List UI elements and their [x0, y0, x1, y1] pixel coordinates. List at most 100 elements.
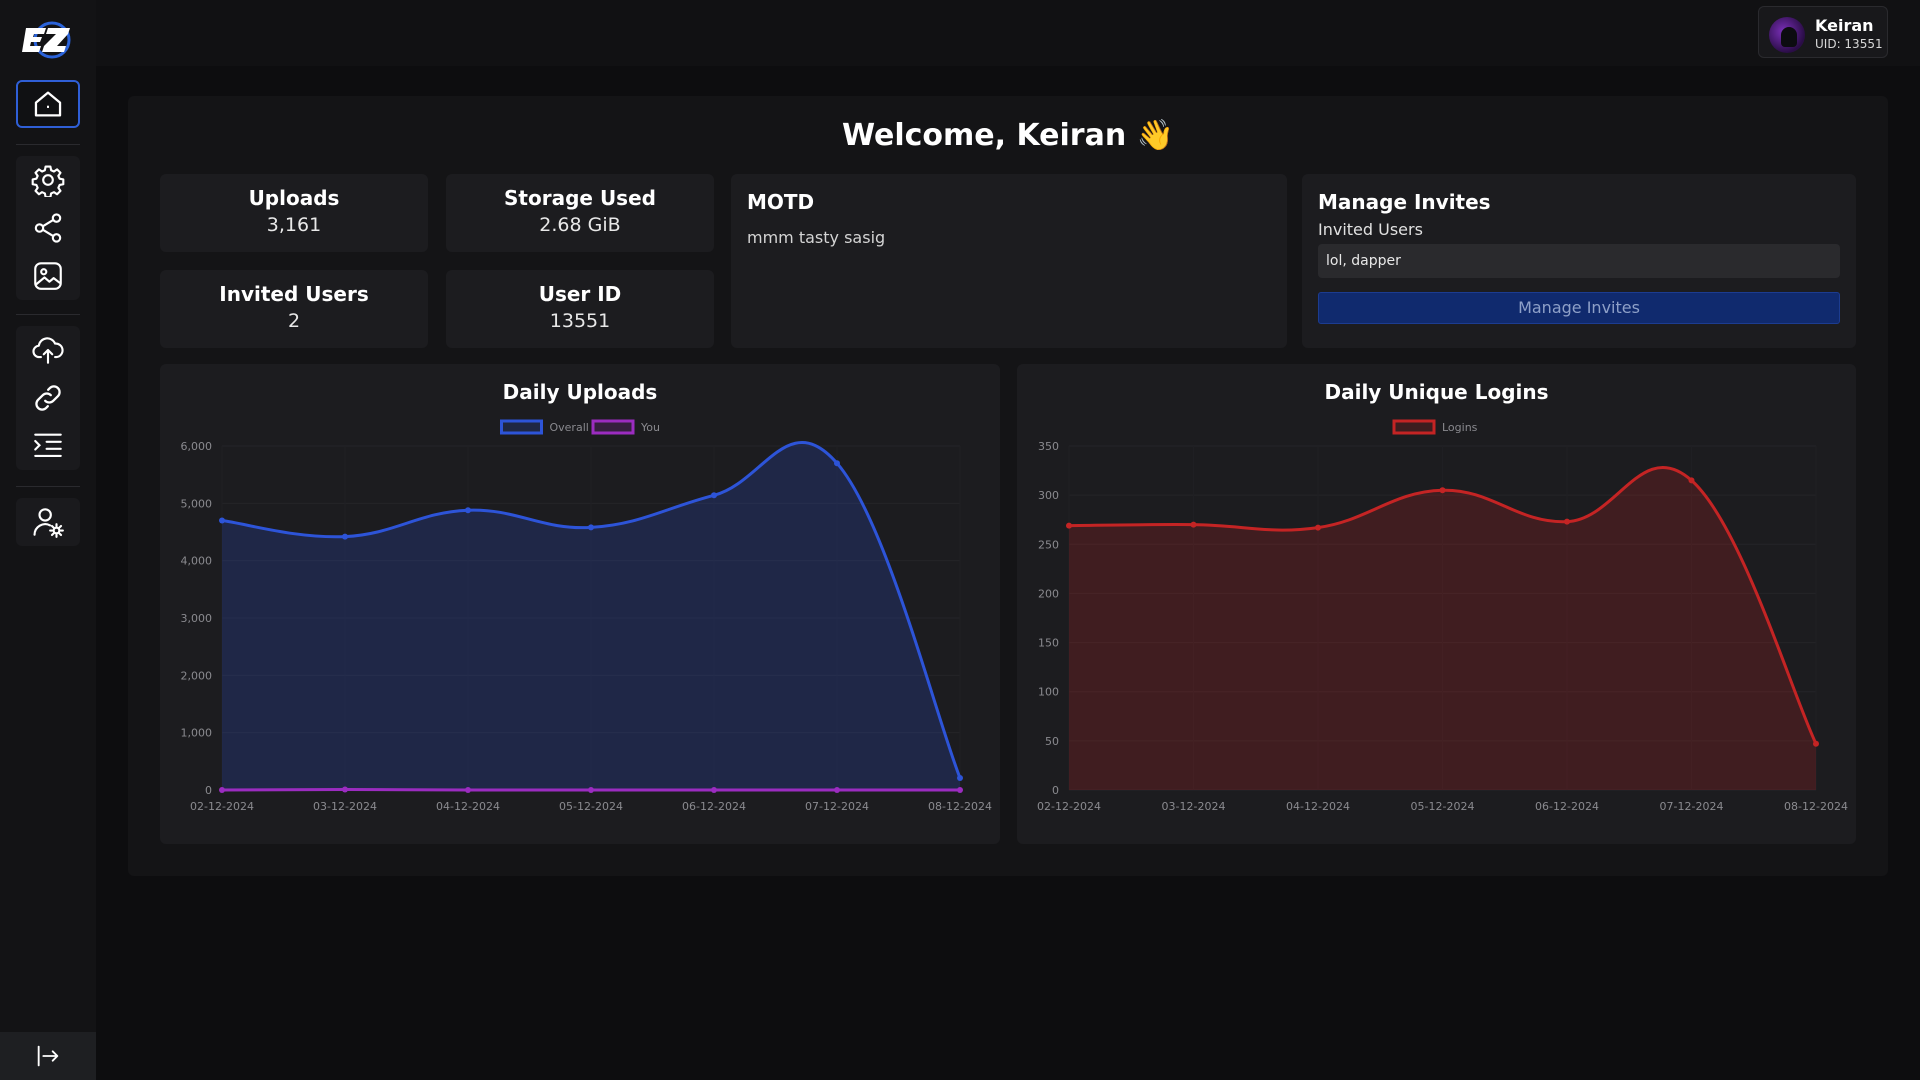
stat-value: 2.68 GiB — [539, 214, 621, 236]
stat-uploads: Uploads 3,161 — [160, 174, 428, 252]
nav-share[interactable] — [16, 204, 80, 252]
image-icon — [34, 262, 62, 290]
data-point — [219, 787, 225, 793]
data-point — [1688, 477, 1695, 484]
app-logo[interactable] — [22, 18, 74, 62]
gear-icon — [31, 165, 65, 197]
list-icon — [34, 433, 62, 457]
x-tick-label: 08-12-2024 — [928, 800, 992, 813]
stat-value: 13551 — [549, 310, 611, 332]
nav-settings[interactable] — [16, 156, 80, 204]
y-tick-label: 5,000 — [181, 497, 213, 510]
y-tick-label: 250 — [1038, 538, 1059, 551]
invites-card: Manage Invites Invited Users lol, dapper… — [1302, 174, 1856, 348]
y-tick-label: 150 — [1038, 637, 1059, 650]
x-tick-label: 03-12-2024 — [313, 800, 377, 813]
avatar — [1769, 17, 1805, 53]
stat-value: 2 — [287, 310, 301, 332]
chart-daily-uploads-plot: 0 1,000 2,000 3,000 4,000 5,000 6,000 02-12-202… — [181, 419, 992, 813]
x-tick-label: 02-12-2024 — [1037, 800, 1101, 813]
data-point — [957, 787, 963, 793]
nav-list[interactable] — [16, 422, 80, 470]
data-point — [1564, 518, 1570, 525]
series-area-logins — [1069, 467, 1816, 790]
x-tick-label: 03-12-2024 — [1162, 800, 1226, 813]
logout-button[interactable] — [0, 1032, 96, 1080]
legend-swatch — [1392, 419, 1436, 435]
share-icon — [34, 213, 62, 243]
chart-daily-uploads: Daily Uploads 0 1,000 2,000 3,000 4,000 5,000… — [160, 364, 1000, 844]
nav-gallery[interactable] — [16, 252, 80, 300]
motd-title: MOTD — [747, 190, 815, 214]
sidebar-divider — [16, 486, 80, 487]
x-tick-label: 04-12-2024 — [436, 800, 500, 813]
stat-label: Invited Users — [219, 282, 369, 306]
x-tick-label: 07-12-2024 — [1660, 800, 1724, 813]
y-tick-label: 50 — [1045, 735, 1059, 748]
legend-label: Overall — [550, 421, 589, 434]
stat-label: User ID — [538, 282, 622, 306]
y-tick-label: 3,000 — [181, 612, 213, 625]
stat-storage: Storage Used 2.68 GiB — [446, 174, 714, 252]
x-tick-label: 05-12-2024 — [559, 800, 623, 813]
motd-text: mmm tasty sasig — [747, 228, 886, 247]
x-tick-label: 05-12-2024 — [1411, 800, 1475, 813]
nav-group-account — [16, 498, 80, 546]
data-point — [342, 533, 348, 540]
y-tick-label: 0 — [1052, 784, 1059, 797]
invited-users-label: Invited Users — [1318, 220, 1423, 239]
data-point — [1813, 740, 1819, 747]
data-point — [465, 787, 471, 793]
profile-uid: UID: 13551 — [1815, 37, 1883, 51]
sidebar — [0, 0, 96, 1080]
manage-invites-button[interactable]: Manage Invites — [1318, 292, 1840, 324]
chart-daily-logins: Daily Unique Logins 0 50 100 150 200 250 300 35… — [1017, 364, 1856, 844]
cloud-upload-icon — [32, 337, 64, 364]
legend-swatch — [591, 419, 635, 435]
nav-upload[interactable] — [16, 326, 80, 374]
user-gear-icon — [33, 508, 64, 538]
nav-home[interactable] — [16, 80, 80, 128]
legend-label: Logins — [1442, 421, 1478, 434]
nav-links[interactable] — [16, 374, 80, 422]
data-point — [342, 786, 348, 793]
y-tick-label: 300 — [1038, 489, 1059, 502]
x-tick-label: 06-12-2024 — [1535, 800, 1599, 813]
x-tick-label: 07-12-2024 — [805, 800, 869, 813]
legend-swatch — [500, 419, 543, 435]
stat-label: Uploads — [248, 186, 340, 210]
y-tick-label: 4,000 — [181, 555, 213, 568]
legend-label: You — [640, 421, 660, 434]
y-tick-label: 200 — [1038, 587, 1059, 600]
data-point — [219, 517, 225, 524]
profile-card[interactable]: Keiran UID: 13551 — [1758, 6, 1888, 58]
x-tick-label: 06-12-2024 — [682, 800, 746, 813]
logout-icon — [37, 1045, 59, 1067]
x-tick-label: 08-12-2024 — [1784, 800, 1848, 813]
y-tick-label: 0 — [205, 784, 212, 797]
data-point — [1315, 524, 1321, 531]
nav-user-settings[interactable] — [16, 498, 80, 546]
dashboard-panel: Welcome, Keiran 👋 Uploads 3,161 Storage … — [128, 96, 1888, 876]
sidebar-divider — [16, 144, 80, 145]
data-point — [957, 774, 963, 781]
data-point — [1439, 487, 1446, 494]
data-point — [588, 787, 594, 793]
data-point — [1066, 522, 1072, 529]
data-point — [834, 787, 840, 793]
y-tick-label: 6,000 — [181, 440, 213, 453]
nav-group-settings — [16, 156, 80, 300]
y-tick-label: 100 — [1038, 686, 1059, 699]
data-point — [588, 524, 594, 531]
stat-user-id: User ID 13551 — [446, 270, 714, 348]
x-tick-label: 02-12-2024 — [190, 800, 254, 813]
motd-card: MOTD mmm tasty sasig — [731, 174, 1287, 348]
y-tick-label: 2,000 — [181, 669, 213, 682]
y-tick-label: 350 — [1038, 440, 1059, 453]
stat-label: Storage Used — [504, 186, 656, 210]
stat-invited-users: Invited Users 2 — [160, 270, 428, 348]
invites-title: Manage Invites — [1318, 190, 1491, 214]
invited-users-list: lol, dapper — [1318, 244, 1840, 278]
stat-value: 3,161 — [266, 214, 322, 236]
data-point — [1190, 521, 1197, 528]
